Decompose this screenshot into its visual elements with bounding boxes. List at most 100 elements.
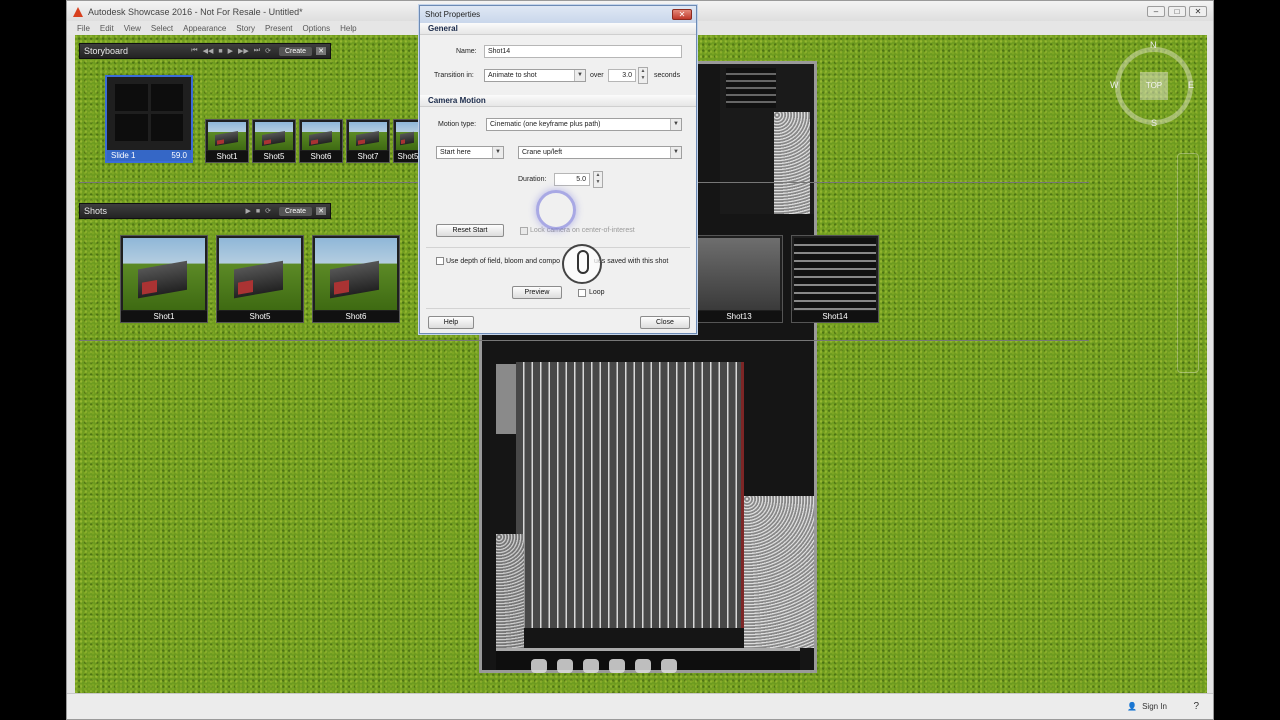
chevron-down-icon: ▼ — [492, 147, 503, 158]
crane-motion-value: Crane up/left — [522, 149, 563, 156]
maximize-button[interactable]: □ — [1168, 6, 1186, 17]
stop-icon[interactable]: ■ — [256, 208, 260, 215]
depth-of-field-checkbox[interactable] — [436, 257, 444, 265]
motion-type-select[interactable]: Cinematic (one keyframe plus path) ▼ — [486, 118, 682, 131]
light-tool-icon[interactable] — [583, 659, 599, 673]
over-label: over — [590, 72, 604, 79]
storyboard-shot[interactable]: Shot5 — [252, 119, 296, 163]
duration-spinner[interactable]: ▲ ▼ — [593, 171, 603, 188]
reset-start-button[interactable]: Reset Start — [436, 224, 504, 237]
shot-name-field[interactable]: Shot14 — [484, 45, 682, 58]
play-icon[interactable]: ▶ — [245, 207, 250, 215]
compass-top-face[interactable]: TOP — [1140, 72, 1168, 100]
rewind-icon[interactable]: ◀◀ — [203, 47, 214, 55]
last-frame-icon[interactable]: ⏭ — [254, 47, 260, 55]
close-window-button[interactable]: ✕ — [1189, 6, 1207, 17]
dome-tool-icon[interactable] — [557, 659, 573, 673]
folder-tool-icon[interactable] — [531, 659, 547, 673]
shot-thumbnail[interactable]: Shot13 — [695, 235, 783, 323]
camera-tool-icon[interactable] — [609, 659, 625, 673]
loop-icon[interactable]: ⟳ — [265, 207, 271, 215]
gravel-patch-left — [496, 534, 524, 648]
loop-checkbox[interactable] — [578, 289, 586, 297]
preview-button[interactable]: Preview — [512, 286, 562, 299]
shots-title: Shots — [84, 206, 108, 216]
transition-select[interactable]: Animate to shot ▼ — [484, 69, 586, 82]
dialog-title: Shot Properties — [425, 10, 481, 19]
separator — [426, 247, 690, 248]
shots-strip-line — [79, 340, 1089, 341]
over-spinner[interactable]: ▲ ▼ — [638, 67, 648, 84]
view-compass[interactable]: TOP N S E W — [1110, 40, 1195, 128]
transition-label: Transition in: — [434, 72, 474, 79]
storyboard-shot[interactable]: Shot6 — [299, 119, 343, 163]
slide-thumbnail[interactable]: Slide 1 59.0 — [105, 75, 193, 163]
first-frame-icon[interactable]: ⏮ — [191, 47, 197, 55]
shot-thumbnail[interactable]: Shot14 — [791, 235, 879, 323]
shots-close-button[interactable]: ✕ — [316, 207, 326, 215]
close-button[interactable]: Close — [640, 316, 690, 329]
duration-field[interactable]: 5.0 — [554, 173, 590, 186]
compass-west: W — [1110, 80, 1119, 90]
start-position-select[interactable]: Start here ▼ — [436, 146, 504, 159]
general-section-header: General — [420, 23, 696, 35]
crane-motion-select[interactable]: Crane up/left ▼ — [518, 146, 682, 159]
loop-icon[interactable]: ⟳ — [265, 47, 271, 55]
wall-segment — [496, 364, 516, 434]
menu-view[interactable]: View — [124, 24, 141, 33]
storyboard-title: Storyboard — [84, 46, 129, 56]
storyboard-close-button[interactable]: ✕ — [316, 47, 326, 55]
fast-forward-icon[interactable]: ▶▶ — [238, 47, 249, 55]
storyboard-shot[interactable]: Shot1 — [205, 119, 249, 163]
menu-help[interactable]: Help — [340, 24, 356, 33]
menu-appearance[interactable]: Appearance — [183, 24, 226, 33]
stop-icon[interactable]: ■ — [218, 48, 222, 55]
sphere-tool-icon[interactable] — [635, 659, 651, 673]
menu-present[interactable]: Present — [265, 24, 293, 33]
loop-label: Loop — [589, 289, 605, 296]
slide-name: Slide 1 — [111, 151, 136, 160]
chevron-down-icon: ▼ — [574, 70, 585, 81]
menu-file[interactable]: File — [77, 24, 90, 33]
dialog-close-icon[interactable]: ✕ — [672, 9, 692, 20]
storyboard-shot[interactable]: Shot7 — [346, 119, 390, 163]
showcase-logo-icon — [73, 7, 83, 17]
compass-east: E — [1188, 80, 1195, 90]
menu-select[interactable]: Select — [151, 24, 173, 33]
separator — [426, 308, 690, 309]
motion-type-label: Motion type: — [438, 121, 477, 128]
shot-thumbnail[interactable]: Shot6 — [312, 235, 400, 323]
chevron-down-icon: ▼ — [670, 119, 681, 130]
help-button[interactable]: Help — [428, 316, 474, 329]
status-bar: 👤 Sign In ? — [67, 693, 1213, 719]
menu-options[interactable]: Options — [303, 24, 331, 33]
minimize-button[interactable]: – — [1147, 6, 1165, 17]
export-tool-icon[interactable] — [661, 659, 677, 673]
menu-edit[interactable]: Edit — [100, 24, 114, 33]
transition-value: Animate to shot — [488, 72, 537, 79]
gravel-patch-lower — [744, 496, 814, 648]
compass-north: N — [1150, 40, 1157, 50]
window-title: Autodesk Showcase 2016 - Not For Resale … — [88, 7, 303, 17]
depth-of-field-label-end: ues saved with this shot — [594, 258, 669, 265]
sign-in-link[interactable]: 👤 Sign In — [1127, 702, 1167, 711]
over-field[interactable]: 3.0 — [608, 69, 636, 82]
seconds-label: seconds — [654, 72, 681, 79]
play-icon[interactable]: ▶ — [228, 47, 233, 55]
lock-camera-checkbox[interactable] — [520, 227, 528, 235]
shot-thumbnail[interactable]: Shot1 — [120, 235, 208, 323]
user-icon: 👤 — [1127, 702, 1138, 711]
shot-thumbnail[interactable]: Shot5 — [216, 235, 304, 323]
navigation-rail[interactable] — [1177, 153, 1199, 373]
menu-story[interactable]: Story — [236, 24, 255, 33]
storyboard-header: Storyboard ⏮ ◀◀ ■ ▶ ▶▶ ⏭ ⟳ Create ✕ — [79, 43, 331, 59]
slide-label: Slide 1 59.0 — [107, 150, 191, 161]
name-label: Name: — [456, 48, 477, 55]
sign-in-label: Sign In — [1142, 702, 1167, 711]
storyboard-create-button[interactable]: Create — [278, 46, 312, 56]
shots-create-button[interactable]: Create — [278, 206, 312, 216]
help-icon[interactable]: ? — [1193, 701, 1199, 712]
mouse-click-indicator — [562, 244, 602, 284]
mouse-icon — [577, 250, 589, 274]
dialog-title-bar: Shot Properties ✕ — [420, 6, 696, 23]
